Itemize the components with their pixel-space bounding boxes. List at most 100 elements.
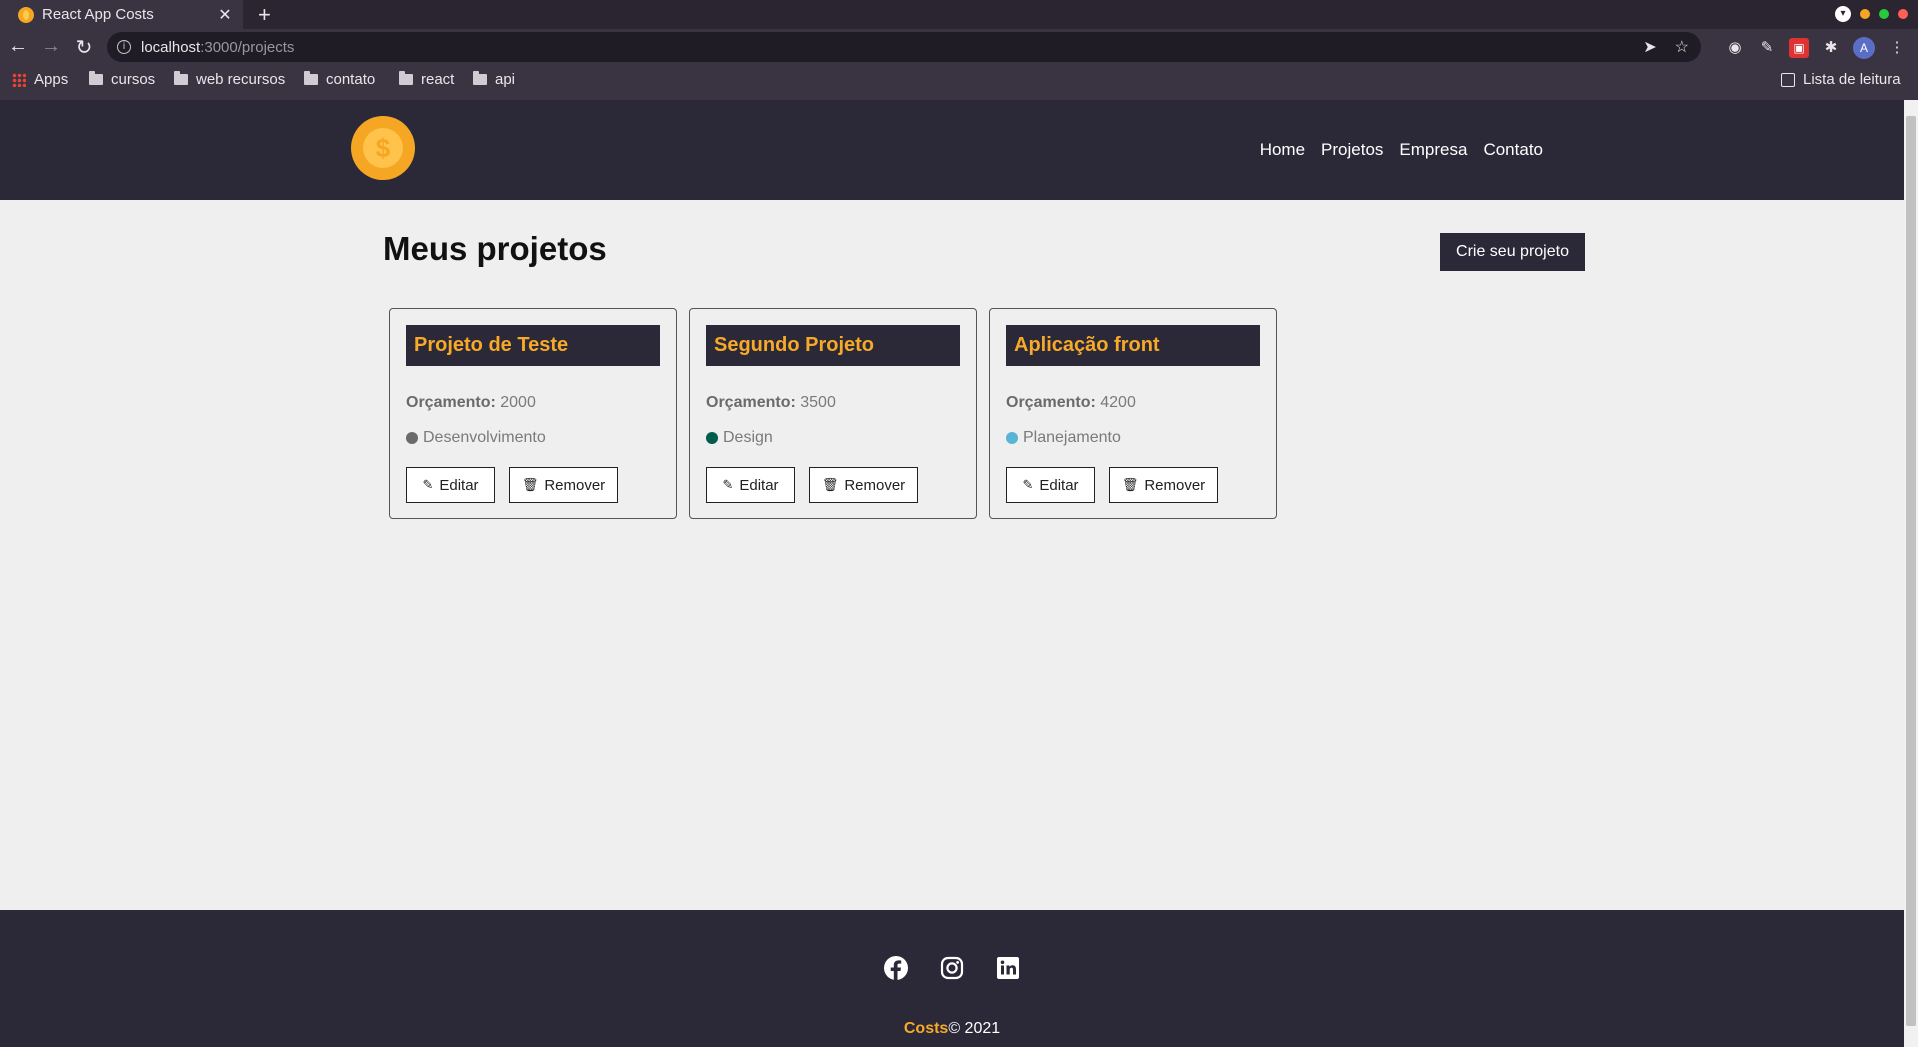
bookmark-react[interactable]: react bbox=[399, 71, 454, 88]
pencil-icon: ✎ bbox=[422, 477, 434, 493]
browser-toolbar: ← → ↻ i localhost:3000/projects ➤ ☆ ◉ ✎ … bbox=[0, 29, 1918, 66]
reload-icon[interactable]: ↻ bbox=[72, 35, 96, 60]
social-links bbox=[0, 956, 1904, 980]
address-bar[interactable]: i localhost:3000/projects ➤ ☆ bbox=[107, 32, 1701, 62]
budget-value: 4200 bbox=[1100, 394, 1136, 411]
omnibox-actions: ➤ ☆ bbox=[1643, 37, 1689, 57]
bookmark-label: contato bbox=[326, 71, 376, 88]
page-title: Meus projetos bbox=[383, 230, 607, 267]
site-info-icon[interactable]: i bbox=[117, 40, 131, 54]
app-viewport: $ Home Projetos Empresa Contato Meus pro… bbox=[0, 100, 1904, 1047]
project-list: Projeto de Teste Orçamento: 2000 Desenvo… bbox=[389, 308, 1277, 519]
budget-value: 3500 bbox=[800, 394, 836, 411]
category-label: Planejamento bbox=[1023, 429, 1121, 446]
edit-button[interactable]: ✎ Editar bbox=[406, 467, 495, 503]
extension-red-icon[interactable]: ▣ bbox=[1789, 38, 1809, 58]
edit-label: Editar bbox=[439, 476, 479, 494]
browser-tab[interactable]: React App Costs ✕ bbox=[0, 0, 243, 29]
reading-list-label: Lista de leitura bbox=[1803, 71, 1901, 88]
footer: Costs© 2021 bbox=[0, 910, 1904, 1047]
forward-arrow-icon[interactable]: → bbox=[39, 35, 63, 58]
project-category: Design bbox=[706, 429, 773, 447]
url-text: localhost:3000/projects bbox=[141, 39, 294, 56]
extension-pen-icon[interactable]: ✎ bbox=[1757, 38, 1777, 58]
bookmark-star-icon[interactable]: ☆ bbox=[1675, 37, 1689, 57]
coin-favicon-icon bbox=[18, 6, 34, 23]
remove-label: Remover bbox=[1144, 476, 1206, 494]
project-card: Projeto de Teste Orçamento: 2000 Desenvo… bbox=[389, 308, 677, 519]
remove-label: Remover bbox=[544, 476, 606, 494]
edit-label: Editar bbox=[739, 476, 779, 494]
footer-brand: Costs bbox=[903, 1020, 949, 1037]
bookmark-label: api bbox=[495, 71, 516, 88]
bookmark-label: web recursos bbox=[196, 71, 286, 88]
bookmark-label: react bbox=[421, 71, 455, 88]
bookmark-label: Apps bbox=[34, 71, 69, 88]
bookmark-label: cursos bbox=[111, 71, 156, 88]
project-name: Projeto de Teste bbox=[406, 325, 660, 366]
browser-tab-bar: React App Costs ✕ + ▾ bbox=[0, 0, 1918, 29]
bookmark-web-recursos[interactable]: web recursos bbox=[174, 71, 285, 88]
project-category: Desenvolvimento bbox=[406, 429, 546, 447]
tab-search-icon[interactable]: ▾ bbox=[1835, 6, 1851, 22]
maximize-button[interactable] bbox=[1879, 9, 1889, 19]
create-project-button[interactable]: Crie seu projeto bbox=[1440, 233, 1585, 271]
edit-button[interactable]: ✎ Editar bbox=[1006, 467, 1095, 503]
folder-icon bbox=[399, 71, 413, 85]
nav-projetos[interactable]: Projetos bbox=[1321, 140, 1383, 160]
profile-avatar[interactable]: A bbox=[1853, 37, 1875, 59]
bookmark-api[interactable]: api bbox=[473, 71, 515, 88]
folder-icon bbox=[174, 71, 188, 85]
bookmark-apps[interactable]: Apps bbox=[12, 71, 68, 88]
nav-empresa[interactable]: Empresa bbox=[1399, 140, 1467, 160]
remove-button[interactable]: 🗑 Remover bbox=[1109, 467, 1218, 503]
page-scrollbar[interactable] bbox=[1904, 100, 1918, 1047]
project-category: Planejamento bbox=[1006, 429, 1121, 447]
remove-button[interactable]: 🗑 Remover bbox=[809, 467, 918, 503]
navbar: $ Home Projetos Empresa Contato bbox=[0, 100, 1904, 200]
browser-menu-icon[interactable]: ⋮ bbox=[1887, 38, 1907, 58]
remove-button[interactable]: 🗑 Remover bbox=[509, 467, 618, 503]
linkedin-icon[interactable] bbox=[996, 956, 1020, 980]
category-dot-icon bbox=[706, 432, 718, 444]
edit-label: Editar bbox=[1039, 476, 1079, 494]
close-tab-icon[interactable]: ✕ bbox=[215, 5, 235, 25]
pencil-icon: ✎ bbox=[1022, 477, 1034, 493]
extensions-puzzle-icon[interactable]: ✱ bbox=[1821, 38, 1841, 58]
new-tab-icon[interactable]: + bbox=[258, 2, 271, 28]
bookmark-contato[interactable]: contato bbox=[304, 71, 375, 88]
category-label: Desenvolvimento bbox=[423, 429, 546, 446]
coin-icon: $ bbox=[363, 128, 403, 168]
reading-list[interactable]: Lista de leitura bbox=[1781, 71, 1901, 88]
category-label: Design bbox=[723, 429, 773, 446]
folder-icon bbox=[473, 71, 487, 85]
costs-logo[interactable]: $ bbox=[351, 116, 415, 180]
trash-icon: 🗑 bbox=[521, 477, 539, 493]
send-icon[interactable]: ➤ bbox=[1643, 37, 1656, 57]
budget-label: Orçamento: bbox=[706, 394, 796, 411]
close-window-button[interactable] bbox=[1898, 9, 1908, 19]
bookmark-cursos[interactable]: cursos bbox=[89, 71, 155, 88]
project-name: Aplicação front bbox=[1006, 325, 1260, 366]
edit-button[interactable]: ✎ Editar bbox=[706, 467, 795, 503]
category-dot-icon bbox=[1006, 432, 1018, 444]
url-path: :3000/projects bbox=[200, 38, 295, 56]
window-controls: ▾ bbox=[1835, 6, 1908, 22]
scrollbar-thumb[interactable] bbox=[1906, 116, 1916, 1026]
minimize-button[interactable] bbox=[1860, 9, 1870, 19]
budget-label: Orçamento: bbox=[406, 394, 496, 411]
extensions-area: ◉ ✎ ▣ ✱ A ⋮ bbox=[1725, 37, 1907, 59]
back-arrow-icon[interactable]: ← bbox=[6, 35, 30, 58]
nav-home[interactable]: Home bbox=[1260, 140, 1305, 160]
pencil-icon: ✎ bbox=[722, 477, 734, 493]
instagram-icon[interactable] bbox=[940, 956, 964, 980]
copyright-text: © 2021 bbox=[948, 1020, 1001, 1037]
trash-icon: 🗑 bbox=[1121, 477, 1139, 493]
project-budget: Orçamento: 3500 bbox=[706, 394, 836, 412]
copyright: Costs© 2021 bbox=[0, 1020, 1904, 1038]
trash-icon: 🗑 bbox=[821, 477, 839, 493]
budget-label: Orçamento: bbox=[1006, 394, 1096, 411]
nav-contato[interactable]: Contato bbox=[1483, 140, 1543, 160]
facebook-icon[interactable] bbox=[884, 956, 908, 980]
extension-gear-icon[interactable]: ◉ bbox=[1725, 38, 1745, 58]
